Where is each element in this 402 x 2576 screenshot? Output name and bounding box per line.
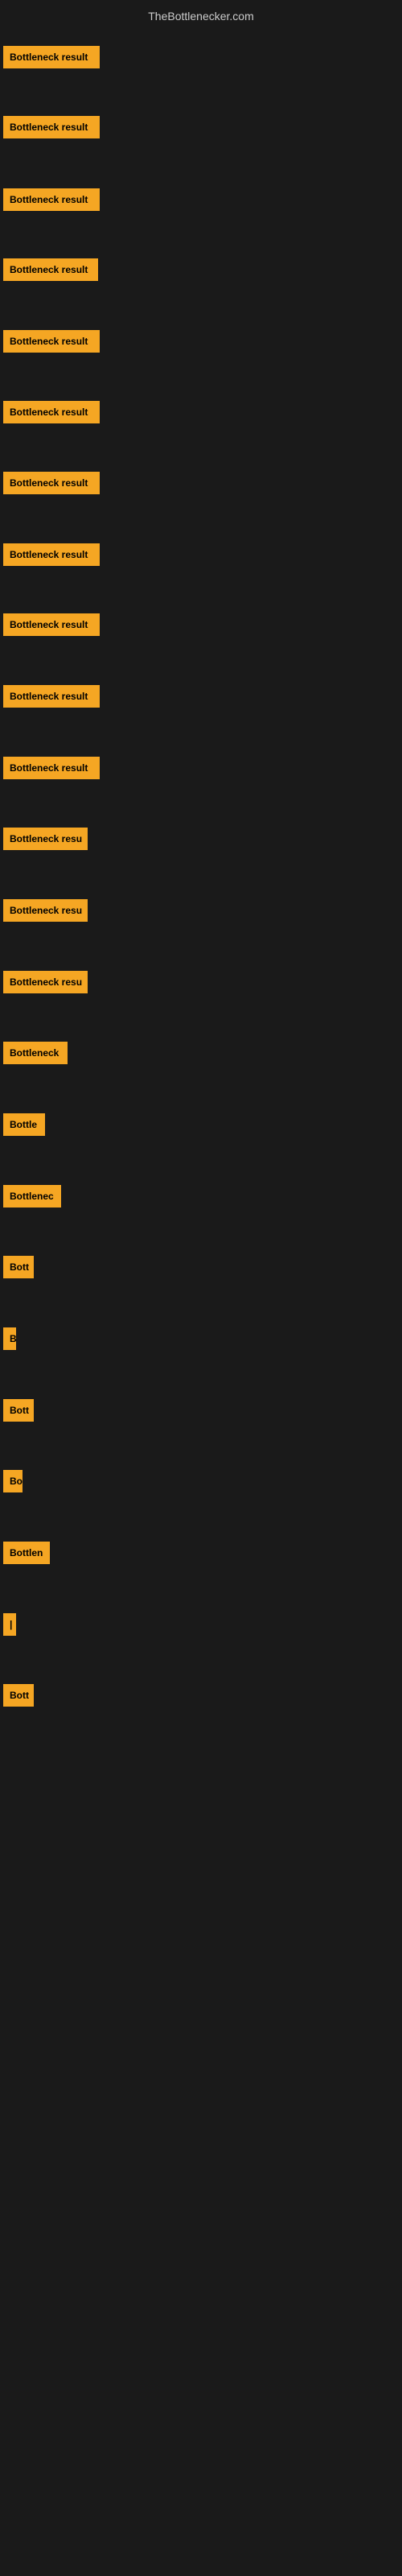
bottleneck-bar-10: Bottleneck result: [3, 685, 100, 708]
bottleneck-bar-17: Bottlenec: [3, 1185, 61, 1208]
bottleneck-bar-24: Bott: [3, 1684, 34, 1707]
bottleneck-bar-8: Bottleneck result: [3, 543, 100, 566]
page-wrapper: TheBottlenecker.com Bottleneck result Bot…: [0, 0, 402, 2576]
bottleneck-bar-1: Bottleneck result: [3, 46, 100, 68]
bottleneck-bar-4: Bottleneck result: [3, 258, 98, 281]
bottleneck-bar-23: |: [3, 1613, 16, 1636]
bottleneck-bar-9: Bottleneck result: [3, 613, 100, 636]
bottleneck-bar-14: Bottleneck resu: [3, 971, 88, 993]
bottleneck-bar-15: Bottleneck: [3, 1042, 68, 1064]
bottleneck-bar-5: Bottleneck result: [3, 330, 100, 353]
bottleneck-bar-2: Bottleneck result: [3, 116, 100, 138]
bottleneck-bar-19: B: [3, 1327, 16, 1350]
bottleneck-bar-6: Bottleneck result: [3, 401, 100, 423]
bottleneck-bar-13: Bottleneck resu: [3, 899, 88, 922]
site-title: TheBottlenecker.com: [0, 3, 402, 29]
bottleneck-bar-12: Bottleneck resu: [3, 828, 88, 850]
bottleneck-bar-20: Bott: [3, 1399, 34, 1422]
bottleneck-bar-11: Bottleneck result: [3, 757, 100, 779]
bottleneck-bar-16: Bottle: [3, 1113, 45, 1136]
bottleneck-bar-7: Bottleneck result: [3, 472, 100, 494]
bottleneck-bar-22: Bottlen: [3, 1542, 50, 1564]
bottleneck-bar-3: Bottleneck result: [3, 188, 100, 211]
bottleneck-bar-21: Bo: [3, 1470, 23, 1492]
bottleneck-bar-18: Bott: [3, 1256, 34, 1278]
